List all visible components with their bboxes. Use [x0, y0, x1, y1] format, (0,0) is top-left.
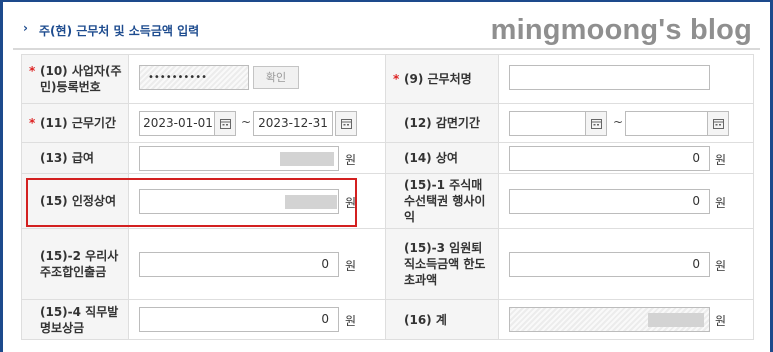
masked-amount: [648, 313, 704, 327]
highlight-annotation-box: [26, 178, 357, 227]
label-salary: (13) 급여: [21, 142, 129, 174]
currency-unit: 원: [345, 153, 357, 167]
label-bonus: (14) 상여: [385, 142, 499, 174]
label-total: (16) 계: [385, 299, 499, 340]
label-workplace-name: * (9) 근무처명: [385, 54, 499, 104]
salary-cell: 원: [128, 142, 386, 174]
bonus-input[interactable]: 0: [509, 146, 710, 171]
work-start-date-input[interactable]: 2023-01-01: [139, 111, 217, 136]
reduction-period-cell: ~: [498, 103, 754, 143]
stock-option-gain-cell: 0 원: [498, 173, 754, 229]
esop-withdrawal-input[interactable]: 0: [139, 252, 339, 277]
form-row: (13) 급여 원 (14) 상여 0 원: [21, 142, 754, 174]
form-row: * (11) 근무기간 2023-01-01 ~ 2023-12-31 (12)…: [21, 103, 754, 143]
reduction-end-date-input[interactable]: [625, 111, 709, 136]
esop-withdrawal-cell: 0 원: [128, 228, 386, 300]
required-mark: *: [393, 72, 400, 86]
label-esop-withdrawal: (15)-2 우리사주조합인출금: [21, 228, 129, 300]
label-reduction-period: (12) 감면기간: [385, 103, 499, 143]
work-period-cell: 2023-01-01 ~ 2023-12-31: [128, 103, 386, 143]
calendar-icon[interactable]: [335, 111, 357, 136]
form-row: (15)-4 직무발명보상금 0 원 (16) 계 원: [21, 299, 754, 340]
required-mark: *: [29, 116, 36, 130]
form-row: (15)-2 우리사주조합인출금 0 원 (15)-3 임원퇴직소득금액 한도초…: [21, 228, 754, 300]
currency-unit: 원: [715, 196, 727, 210]
invention-compensation-input[interactable]: 0: [139, 307, 339, 332]
label-invention-compensation: (15)-4 직무발명보상금: [21, 299, 129, 340]
reduction-start-date-input[interactable]: [509, 111, 589, 136]
currency-unit: 원: [345, 259, 357, 273]
workplace-name-input[interactable]: [509, 65, 710, 90]
executive-retirement-excess-cell: 0 원: [498, 228, 754, 300]
label-business-reg-number: * (10) 사업자(주민)등록번호: [21, 54, 129, 104]
masked-amount: [280, 152, 334, 166]
section-header: › 주(현) 근무처 및 소득금액 입력 mingmoong's blog: [13, 10, 760, 50]
form-row: * (10) 사업자(주민)등록번호 •••••••••• 확인 * (9) 근…: [21, 54, 754, 104]
calendar-icon[interactable]: [585, 111, 607, 136]
bonus-cell: 0 원: [498, 142, 754, 174]
currency-unit: 원: [345, 314, 357, 328]
label-stock-option-gain: (15)-1 주식매수선택권 행사이익: [385, 173, 499, 229]
calendar-icon[interactable]: [214, 111, 236, 136]
executive-retirement-excess-input[interactable]: 0: [509, 252, 710, 277]
currency-unit: 원: [715, 314, 727, 328]
label-executive-retirement-excess: (15)-3 임원퇴직소득금액 한도초과액: [385, 228, 499, 300]
calendar-icon[interactable]: [707, 111, 729, 136]
work-end-date-input[interactable]: 2023-12-31: [253, 111, 333, 136]
confirm-button[interactable]: 확인: [253, 66, 299, 89]
range-separator: ~: [613, 115, 624, 129]
chevron-right-icon: ›: [23, 21, 28, 35]
salary-input[interactable]: [139, 146, 339, 171]
label-work-period: * (11) 근무기간: [21, 103, 129, 143]
range-separator: ~: [241, 115, 252, 129]
business-reg-number-cell: •••••••••• 확인: [128, 54, 386, 104]
currency-unit: 원: [715, 259, 727, 273]
stock-option-gain-input[interactable]: 0: [509, 189, 710, 214]
total-cell: 원: [498, 299, 754, 340]
business-reg-number-field[interactable]: ••••••••••: [139, 65, 249, 90]
section-title: 주(현) 근무처 및 소득금액 입력: [39, 24, 200, 38]
required-mark: *: [29, 64, 36, 78]
blog-watermark: mingmoong's blog: [490, 14, 752, 46]
currency-unit: 원: [715, 153, 727, 167]
workplace-name-cell: [498, 54, 754, 104]
invention-compensation-cell: 0 원: [128, 299, 386, 340]
total-field: [509, 307, 710, 332]
